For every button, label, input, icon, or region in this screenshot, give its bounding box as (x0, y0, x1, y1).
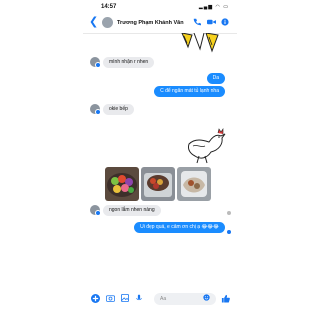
message-outgoing[interactable]: Da (206, 73, 225, 84)
message-incoming[interactable]: mình nhận r nhen (103, 57, 155, 68)
like-icon[interactable] (221, 294, 230, 307)
camera-icon[interactable] (106, 294, 115, 306)
photo-attachment[interactable] (177, 167, 211, 201)
photo-attachment[interactable] (105, 167, 139, 201)
avatar[interactable] (90, 57, 101, 68)
avatar[interactable] (90, 104, 101, 115)
emoji-icon[interactable] (203, 294, 210, 306)
video-icon[interactable] (207, 18, 216, 29)
photo-attachment[interactable] (141, 167, 175, 201)
avatar[interactable] (102, 17, 113, 28)
seen-indicator (227, 230, 231, 234)
input-placeholder: Aa (160, 296, 167, 302)
phone-icon[interactable] (193, 18, 201, 29)
message-incoming[interactable]: okie bếp (103, 104, 134, 115)
status-time: 14:57 (101, 4, 117, 10)
back-icon[interactable]: ❮ (89, 16, 98, 28)
sticker-top[interactable] (178, 33, 222, 55)
message-input[interactable]: Aa (154, 293, 216, 305)
messenger-screen: 14:57 ▂▄▆ ◠ ▭ ❮ Trương Phạm Khánh Vân mì… (83, 0, 237, 320)
info-icon[interactable] (221, 18, 229, 29)
chicken-sticker[interactable] (181, 128, 227, 164)
image-icon[interactable] (121, 294, 129, 306)
contact-name[interactable]: Trương Phạm Khánh Vân (117, 20, 184, 26)
message-outgoing[interactable]: C để ngăn mát tủ lạnh nha (154, 86, 225, 97)
avatar[interactable] (90, 205, 101, 216)
message-outgoing[interactable]: Ui đẹp quá, e cảm ơn chị ạ 😂😂😂 (134, 222, 225, 233)
composer-bar: Aa (83, 290, 237, 310)
seen-indicator (227, 211, 231, 215)
mic-icon[interactable] (136, 294, 142, 306)
plus-icon[interactable] (91, 294, 100, 307)
message-incoming[interactable]: ngon lắm nhen nàng (103, 205, 161, 216)
chat-header: ❮ Trương Phạm Khánh Vân (83, 13, 237, 34)
status-bar: 14:57 ▂▄▆ ◠ ▭ (83, 3, 237, 13)
status-icons: ▂▄▆ ◠ ▭ (198, 4, 229, 10)
